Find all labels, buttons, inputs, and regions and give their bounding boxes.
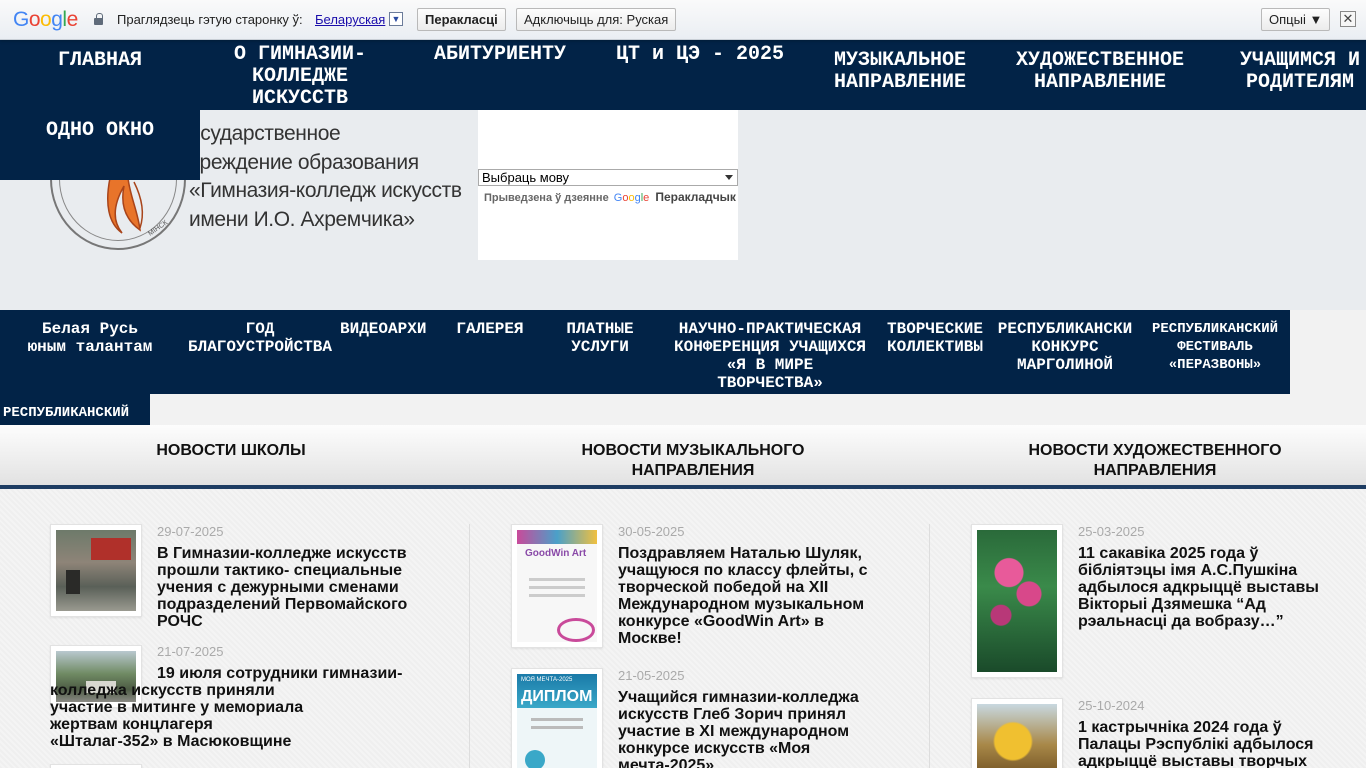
secondary-nav-row2: РЕСПУБЛИКАНСКИЙ [0,394,150,425]
tab-school-news[interactable]: НОВОСТИ ШКОЛЫ [60,441,402,461]
svg-text:МІНСК: МІНСК [147,219,170,238]
language-select[interactable]: Выбраць мову [478,169,738,186]
news-thumbnail[interactable] [971,524,1063,678]
lock-icon [94,13,103,25]
translate-bar: Google Праглядзець гэтую старонку ў: Бел… [0,0,1366,40]
google-small-logo: Google [613,192,650,204]
subnav-item-republican[interactable]: РЕСПУБЛИКАНСКИЙ [3,404,153,422]
diploma-label: GoodWin Art [525,548,587,559]
translator-link[interactable]: Перакладчык [655,190,736,204]
news-title[interactable]: Поздравляем Наталью Шуляк, учащуюся по к… [618,545,867,647]
nav-item-ct-ce[interactable]: ЦТ и ЦЭ - 2025 [600,44,800,66]
news-date: 21-05-2025 [618,668,685,683]
school-name-line: имени И.О. Ахремчика» [189,207,415,231]
nav-item-about[interactable]: О ГИМНАЗИИ- КОЛЛЕДЖЕ ИСКУССТВ [200,44,400,110]
news-thumbnail[interactable]: GoodWin Art [511,524,603,648]
news-title[interactable]: 1 кастрычніка 2024 года ў Палацы Рэспубл… [1078,719,1314,768]
chevron-down-icon[interactable]: ▼ [389,12,403,26]
translate-widget: Выбраць мову Прыведзена ў дзеянне Google… [478,110,738,260]
disable-translate-button[interactable]: Адключыць для: Руская [516,8,677,31]
diploma-label: ДИПЛОМ [521,688,593,705]
options-button[interactable]: Опцыі ▼ [1261,8,1331,31]
nav-item-home[interactable]: ГЛАВНАЯ [20,50,180,72]
news-date: 21-07-2025 [157,644,224,659]
school-name: осударственное чреждение образования «Ги… [189,120,462,234]
subnav-item-conference[interactable]: НАУЧНО-ПРАКТИЧЕСКАЯ КОНФЕРЕНЦИЯ УЧАЩИХСЯ… [660,320,880,392]
news-title[interactable]: В Гимназии-колледже искусств прошли такт… [157,545,407,630]
subnav-item-margolina[interactable]: РЕСПУБЛИКАНСКИ КОНКУРС МАРГОЛИНОЙ [990,320,1140,374]
tab-art-news[interactable]: НОВОСТИ ХУДОЖЕСТВЕННОГО НАПРАВЛЕНИЯ [984,441,1326,481]
news-thumbnail[interactable] [50,524,142,617]
news-date: 29-07-2025 [157,524,224,539]
subnav-item-video[interactable]: ВИДЕОАРХИ [340,320,440,338]
tab-music-news[interactable]: НОВОСТИ МУЗЫКАЛЬНОГО НАПРАВЛЕНИЯ [522,441,864,481]
column-divider [929,524,930,768]
subnav-item-collectives[interactable]: ТВОРЧЕСКИЕ КОЛЛЕКТИВЫ [880,320,990,356]
news-thumbnail[interactable] [50,764,142,768]
secondary-nav: Белая Русь юным талантам ГОД БЛАГОУСТРОЙ… [0,310,1290,394]
subnav-item-gallery[interactable]: ГАЛЕРЕЯ [440,320,540,338]
subnav-item-belaya-rus[interactable]: Белая Русь юным талантам [10,320,170,356]
school-name-line: чреждение образования [189,150,419,174]
column-divider [469,524,470,768]
news-tabs: НОВОСТИ ШКОЛЫ НОВОСТИ МУЗЫКАЛЬНОГО НАПРА… [0,425,1366,485]
subnav-item-paid[interactable]: ПЛАТНЫЕ УСЛУГИ [550,320,650,356]
nav-item-students-parents[interactable]: УЧАЩИМСЯ И РОДИТЕЛЯМ [1222,50,1366,94]
subnav-item-perazvony[interactable]: РЕСПУБЛИКАНСКИЙ ФЕСТИВАЛЬ «ПЕРАЗВОНЫ» [1141,320,1289,374]
main-nav: ГЛАВНАЯ О ГИМНАЗИИ- КОЛЛЕДЖЕ ИСКУССТВ АБ… [0,40,1366,110]
powered-by: Прыведзена ў дзеянне Google Перакладчык [484,190,736,204]
nav-item-one-window-bg: ОДНО ОКНО [0,110,200,180]
news-title[interactable]: 11 сакавіка 2025 года ў бібліятэцы імя А… [1078,545,1319,630]
nav-item-one-window[interactable]: ОДНО ОКНО [0,120,200,142]
school-name-line: осударственное [189,122,341,145]
news-thumbnail[interactable] [971,698,1063,768]
translate-prompt: Праглядзець гэтую старонку ў: [117,12,303,27]
nav-item-music[interactable]: МУЗЫКАЛЬНОЕ НАПРАВЛЕНИЕ [810,50,990,94]
google-logo: Google [13,8,78,31]
close-icon[interactable]: ✕ [1340,11,1356,27]
news-date: 25-03-2025 [1078,524,1145,539]
nav-item-art[interactable]: ХУДОЖЕСТВЕННОЕ НАПРАВЛЕНИЕ [1000,50,1200,94]
translate-language-link[interactable]: Беларуская [315,12,385,27]
subnav-item-year[interactable]: ГОД БЛАГОУСТРОЙСТВА [180,320,340,356]
diploma-label: МОЯ МЕЧТА-2025 [521,677,573,683]
news-date: 25-10-2024 [1078,698,1145,713]
translate-button[interactable]: Перакласці [417,8,506,31]
news-title[interactable]: Учащийся гимназии-колледжа искусств Глеб… [618,689,859,768]
news-date: 30-05-2025 [618,524,685,539]
news-title[interactable]: 19 июля сотрудники гимназии- колледжа ис… [50,665,450,750]
school-name-line: «Гимназия-колледж искусств [189,179,462,202]
nav-item-applicants[interactable]: АБИТУРИЕНТУ [410,44,590,66]
powered-by-text: Прыведзена ў дзеянне [484,192,609,204]
news-thumbnail[interactable]: МОЯ МЕЧТА-2025 ДИПЛОМ [511,668,603,768]
